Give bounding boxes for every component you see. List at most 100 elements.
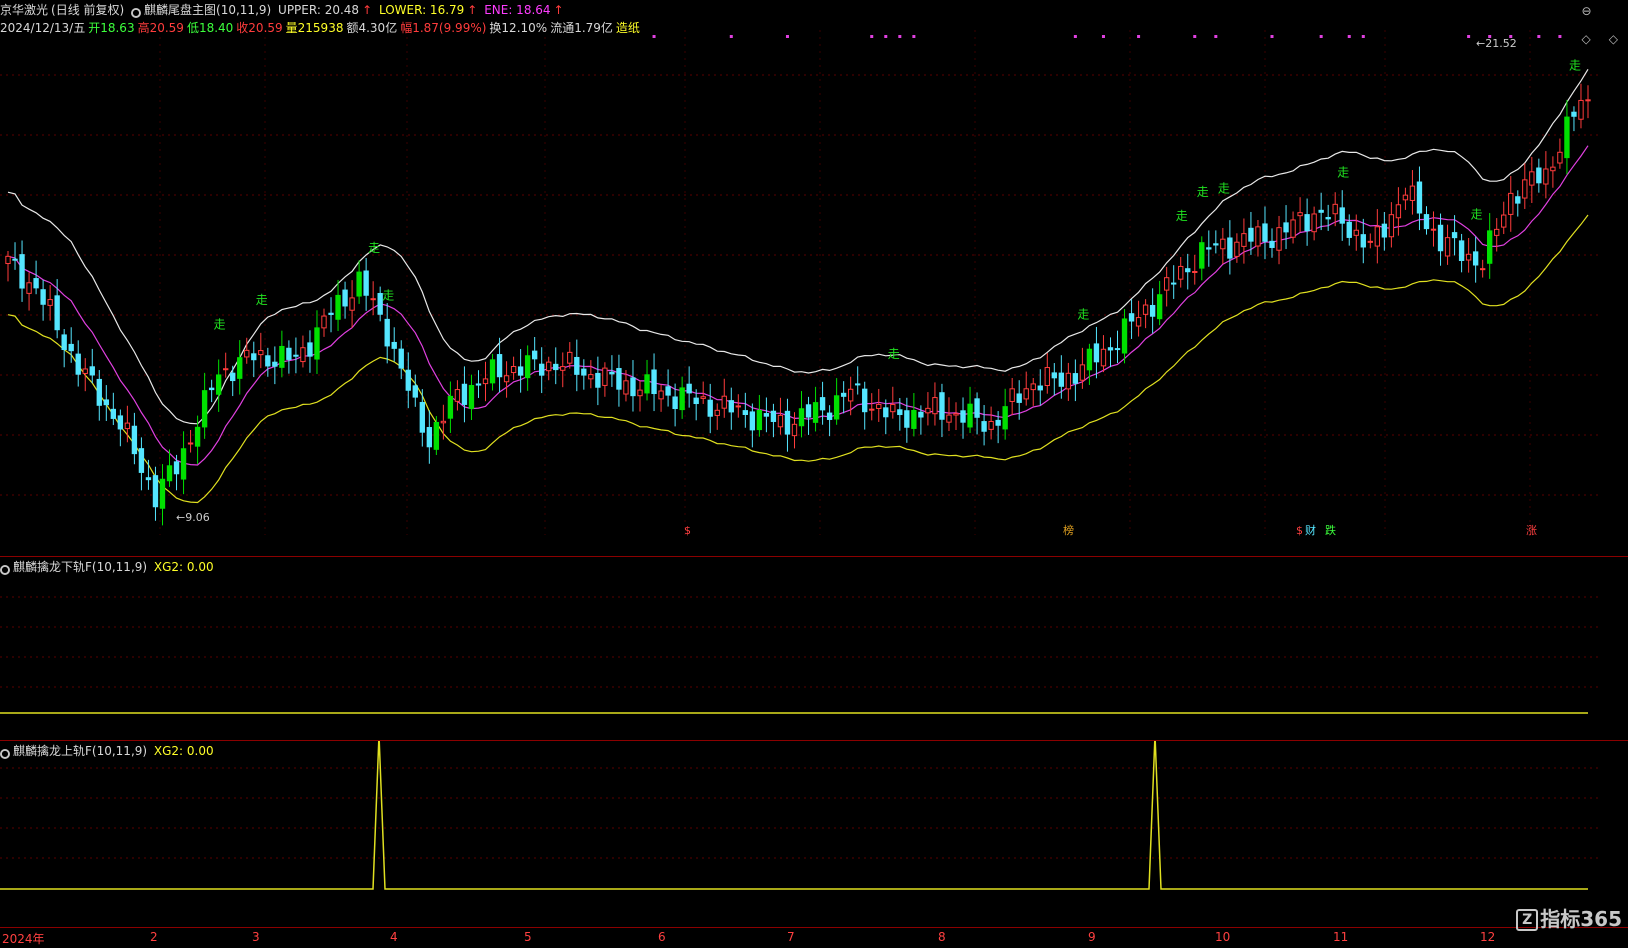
sub2-title[interactable]: 麒麟擒龙上轨F(10,11,9) <box>13 744 147 758</box>
candle <box>279 330 285 378</box>
candle-body <box>138 448 145 473</box>
candle-body <box>194 426 201 447</box>
candle-body <box>581 368 587 376</box>
diamond-icon-2[interactable]: ◇ <box>1609 32 1618 46</box>
candle-body <box>833 395 840 420</box>
candle-body <box>686 383 692 394</box>
candle <box>468 374 475 421</box>
eye-icon[interactable]: ● <box>0 565 10 575</box>
candle-body <box>1262 223 1268 242</box>
candle-body <box>1121 318 1128 354</box>
candle <box>370 281 376 316</box>
candle <box>265 347 271 377</box>
stock-name[interactable]: 京华激光 <box>0 3 48 17</box>
candle <box>862 381 868 430</box>
candle-body <box>89 366 95 376</box>
candle-body <box>539 363 545 376</box>
candle-body <box>1557 151 1563 164</box>
candle-body <box>384 318 390 347</box>
candle <box>553 347 559 385</box>
candle <box>1360 218 1366 264</box>
candle <box>939 383 945 438</box>
quote-volume: 量215938 <box>285 21 344 35</box>
candle-body <box>658 390 664 400</box>
candle-body <box>307 342 313 357</box>
candle-body <box>258 350 264 356</box>
candle-body <box>517 366 524 376</box>
date-axis-tick: 2 <box>150 930 158 944</box>
candle-body <box>1185 268 1191 273</box>
candle <box>1072 359 1079 402</box>
chart-mode[interactable]: (日线 前复权) <box>51 3 124 17</box>
candle-body <box>644 374 650 394</box>
candle-body <box>5 255 11 265</box>
candle <box>1402 187 1409 210</box>
candle <box>1325 204 1331 231</box>
candle-body <box>1529 171 1535 186</box>
candle-body <box>447 395 454 419</box>
sector-tag[interactable]: 造纸 <box>616 21 640 35</box>
collapse-icon[interactable]: ⊖ <box>1582 4 1592 18</box>
quote-close: 收20.59 <box>236 21 283 35</box>
candle-body <box>1016 393 1022 403</box>
candle-body <box>12 258 18 261</box>
candle-body <box>791 423 798 437</box>
candle-body <box>925 407 931 414</box>
candle-body <box>890 404 896 413</box>
eye-icon[interactable]: ● <box>0 749 10 759</box>
candle <box>1515 190 1521 217</box>
candle <box>1156 280 1163 326</box>
event-marker: $ <box>684 524 691 537</box>
candle-body <box>68 343 74 352</box>
candle-body <box>1479 268 1486 271</box>
candle <box>1114 330 1121 364</box>
diamond-icon[interactable]: ◇ <box>1582 32 1591 46</box>
candle <box>1206 230 1212 267</box>
candle-body <box>215 374 222 395</box>
indicator-name[interactable]: 麒麟尾盘主图(10,11,9) <box>144 3 271 17</box>
candlestick-chart[interactable]: 走走走走走走走走 走走走走←21.52←9.06$ 榜 $ 财跌涨 <box>0 0 1628 556</box>
signal-label: 走 <box>888 347 900 361</box>
lower-band-chart[interactable] <box>0 557 1628 740</box>
candle-body <box>623 380 629 395</box>
candle-body <box>1178 265 1184 280</box>
upper-band-chart[interactable] <box>0 741 1628 926</box>
candle <box>342 281 348 319</box>
candle <box>482 361 489 402</box>
candle-body <box>1367 240 1373 243</box>
candle-body <box>995 419 1001 426</box>
candle-body <box>855 383 861 386</box>
main-chart-pane[interactable]: 京华激光 (日线 前复权) ● 麒麟尾盘主图(10,11,9) UPPER: 20.… <box>0 0 1628 557</box>
candle-body <box>988 420 994 430</box>
candle <box>117 409 124 447</box>
candle-body <box>904 410 910 428</box>
ene-line <box>7 145 1589 466</box>
sub1-title[interactable]: 麒麟擒龙下轨F(10,11,9) <box>13 560 147 574</box>
candle <box>131 412 138 465</box>
logo-text: 指标365 <box>1540 907 1622 931</box>
date-axis-tick: 6 <box>658 930 666 944</box>
sub-chart-lower-band[interactable]: ● 麒麟擒龙下轨F(10,11,9) XG2: 0.00 <box>0 557 1628 741</box>
signal-dot <box>884 35 888 38</box>
candle-body <box>595 372 601 388</box>
candle <box>1121 309 1128 364</box>
candle <box>911 393 917 437</box>
signal-dot <box>898 35 902 38</box>
candle-body <box>272 361 278 367</box>
signal-label: 走 <box>368 241 380 255</box>
candle-body <box>630 377 636 397</box>
signal-label: 走 <box>382 288 394 302</box>
sub-chart-upper-band[interactable]: ● 麒麟擒龙上轨F(10,11,9) XG2: 0.00 <box>0 741 1628 926</box>
candle-body <box>1423 214 1430 230</box>
candle-body <box>230 372 236 382</box>
candle <box>40 279 46 321</box>
candle-body <box>370 298 376 301</box>
eye-icon[interactable]: ● <box>131 8 142 18</box>
candle-body <box>588 374 594 380</box>
candle <box>1367 233 1373 249</box>
candle-body <box>131 425 138 455</box>
candle-body <box>201 390 208 428</box>
candle <box>637 380 643 412</box>
candle-body <box>1065 372 1072 390</box>
candle-body <box>110 408 117 419</box>
